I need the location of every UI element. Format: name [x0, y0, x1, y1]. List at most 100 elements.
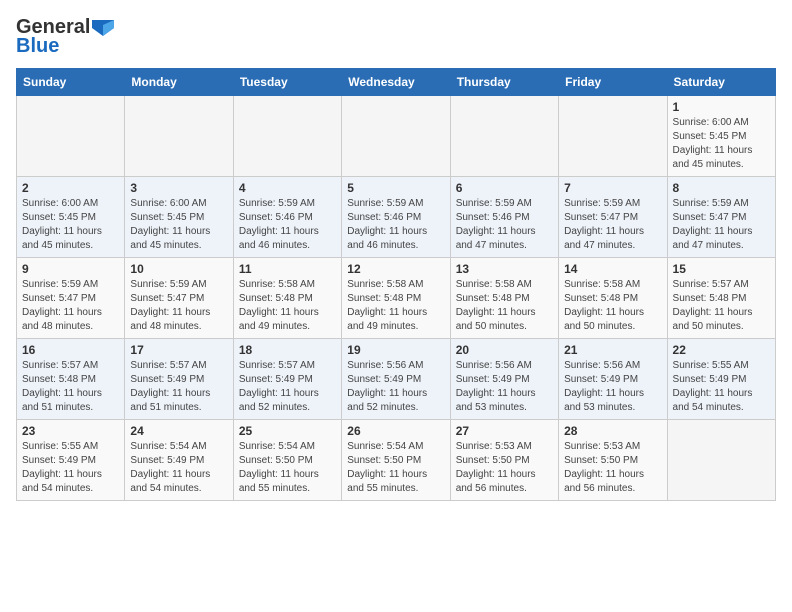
- day-number: 17: [130, 343, 227, 357]
- day-number: 19: [347, 343, 444, 357]
- calendar-cell: 10Sunrise: 5:59 AMSunset: 5:47 PMDayligh…: [125, 258, 233, 339]
- day-number: 21: [564, 343, 661, 357]
- day-info: Sunrise: 5:55 AMSunset: 5:49 PMDaylight:…: [673, 359, 770, 415]
- day-number: 11: [239, 262, 336, 276]
- day-number: 27: [456, 424, 553, 438]
- day-info: Sunrise: 6:00 AMSunset: 5:45 PMDaylight:…: [673, 116, 770, 172]
- calendar-cell: 26 Sunrise: 5:54 AMSunset: 5:50 PMDayligh…: [342, 420, 450, 501]
- day-number: 5: [347, 181, 444, 195]
- calendar-cell: 9 Sunrise: 5:59 AMSunset: 5:47 PMDaylight…: [17, 258, 125, 339]
- day-info: Sunrise: 6:00 AMSunset: 5:45 PMDaylight:…: [130, 197, 227, 253]
- logo: General Blue: [16, 16, 114, 58]
- calendar-cell: 15Sunrise: 5:57 AMSunset: 5:48 PMDayligh…: [667, 258, 775, 339]
- day-number: 13: [456, 262, 553, 276]
- calendar-cell: 21 Sunrise: 5:56 AMSunset: 5:49 PMDayligh…: [559, 339, 667, 420]
- day-number: 2: [22, 181, 119, 195]
- day-info: Sunrise: 5:58 AMSunset: 5:48 PMDaylight:…: [347, 278, 444, 334]
- day-info: Sunrise: 5:59 AMSunset: 5:46 PMDaylight:…: [456, 197, 553, 253]
- logo-block: General Blue: [16, 16, 114, 58]
- calendar-cell: [559, 96, 667, 177]
- day-info: Sunrise: 5:53 AMSunset: 5:50 PMDaylight:…: [564, 440, 661, 496]
- calendar-week-3: 9 Sunrise: 5:59 AMSunset: 5:47 PMDaylight…: [17, 258, 776, 339]
- calendar-cell: 4 Sunrise: 5:59 AMSunset: 5:46 PMDaylight…: [233, 177, 341, 258]
- day-number: 9: [22, 262, 119, 276]
- calendar-cell: 1 Sunrise: 6:00 AMSunset: 5:45 PMDaylight…: [667, 96, 775, 177]
- day-info: Sunrise: 5:59 AMSunset: 5:46 PMDaylight:…: [239, 197, 336, 253]
- day-number: 25: [239, 424, 336, 438]
- day-header-thursday: Thursday: [450, 69, 558, 96]
- day-number: 7: [564, 181, 661, 195]
- day-header-monday: Monday: [125, 69, 233, 96]
- day-info: Sunrise: 5:58 AMSunset: 5:48 PMDaylight:…: [564, 278, 661, 334]
- calendar-cell: 23Sunrise: 5:55 AMSunset: 5:49 PMDayligh…: [17, 420, 125, 501]
- day-info: Sunrise: 5:57 AMSunset: 5:48 PMDaylight:…: [22, 359, 119, 415]
- calendar-cell: 27 Sunrise: 5:53 AMSunset: 5:50 PMDayligh…: [450, 420, 558, 501]
- calendar-cell: 13 Sunrise: 5:58 AMSunset: 5:48 PMDayligh…: [450, 258, 558, 339]
- day-header-tuesday: Tuesday: [233, 69, 341, 96]
- calendar-cell: 18 Sunrise: 5:57 AMSunset: 5:49 PMDayligh…: [233, 339, 341, 420]
- day-number: 28: [564, 424, 661, 438]
- calendar-cell: 22 Sunrise: 5:55 AMSunset: 5:49 PMDayligh…: [667, 339, 775, 420]
- calendar-cell: 16 Sunrise: 5:57 AMSunset: 5:48 PMDayligh…: [17, 339, 125, 420]
- calendar-cell: 24 Sunrise: 5:54 AMSunset: 5:49 PMDayligh…: [125, 420, 233, 501]
- day-number: 26: [347, 424, 444, 438]
- day-number: 18: [239, 343, 336, 357]
- calendar-week-5: 23Sunrise: 5:55 AMSunset: 5:49 PMDayligh…: [17, 420, 776, 501]
- calendar-cell: 12 Sunrise: 5:58 AMSunset: 5:48 PMDayligh…: [342, 258, 450, 339]
- day-info: Sunrise: 5:54 AMSunset: 5:50 PMDaylight:…: [239, 440, 336, 496]
- day-number: 20: [456, 343, 553, 357]
- day-number: 15: [673, 262, 770, 276]
- calendar-cell: 19 Sunrise: 5:56 AMSunset: 5:49 PMDayligh…: [342, 339, 450, 420]
- calendar-cell: 25 Sunrise: 5:54 AMSunset: 5:50 PMDayligh…: [233, 420, 341, 501]
- calendar-cell: [233, 96, 341, 177]
- calendar-cell: 28 Sunrise: 5:53 AMSunset: 5:50 PMDayligh…: [559, 420, 667, 501]
- calendar-cell: [667, 420, 775, 501]
- calendar-cell: [342, 96, 450, 177]
- day-number: 4: [239, 181, 336, 195]
- day-info: Sunrise: 5:57 AMSunset: 5:49 PMDaylight:…: [239, 359, 336, 415]
- day-info: Sunrise: 5:54 AMSunset: 5:50 PMDaylight:…: [347, 440, 444, 496]
- day-info: Sunrise: 5:59 AMSunset: 5:47 PMDaylight:…: [130, 278, 227, 334]
- calendar-cell: 11 Sunrise: 5:58 AMSunset: 5:48 PMDayligh…: [233, 258, 341, 339]
- day-number: 22: [673, 343, 770, 357]
- day-number: 8: [673, 181, 770, 195]
- day-number: 12: [347, 262, 444, 276]
- calendar-header-row: SundayMondayTuesdayWednesdayThursdayFrid…: [17, 69, 776, 96]
- day-info: Sunrise: 5:57 AMSunset: 5:49 PMDaylight:…: [130, 359, 227, 415]
- day-info: Sunrise: 5:55 AMSunset: 5:49 PMDaylight:…: [22, 440, 119, 496]
- calendar-cell: 8 Sunrise: 5:59 AMSunset: 5:47 PMDaylight…: [667, 177, 775, 258]
- day-number: 6: [456, 181, 553, 195]
- day-info: Sunrise: 5:59 AMSunset: 5:47 PMDaylight:…: [673, 197, 770, 253]
- day-info: Sunrise: 5:56 AMSunset: 5:49 PMDaylight:…: [347, 359, 444, 415]
- calendar-cell: 7Sunrise: 5:59 AMSunset: 5:47 PMDaylight…: [559, 177, 667, 258]
- calendar-cell: 2 Sunrise: 6:00 AMSunset: 5:45 PMDaylight…: [17, 177, 125, 258]
- day-header-saturday: Saturday: [667, 69, 775, 96]
- day-info: Sunrise: 5:58 AMSunset: 5:48 PMDaylight:…: [239, 278, 336, 334]
- day-info: Sunrise: 5:54 AMSunset: 5:49 PMDaylight:…: [130, 440, 227, 496]
- day-number: 3: [130, 181, 227, 195]
- calendar-week-1: 1 Sunrise: 6:00 AMSunset: 5:45 PMDaylight…: [17, 96, 776, 177]
- day-info: Sunrise: 5:56 AMSunset: 5:49 PMDaylight:…: [456, 359, 553, 415]
- day-info: Sunrise: 5:59 AMSunset: 5:47 PMDaylight:…: [22, 278, 119, 334]
- page-header: General Blue: [16, 16, 776, 58]
- day-info: Sunrise: 5:59 AMSunset: 5:46 PMDaylight:…: [347, 197, 444, 253]
- day-number: 1: [673, 100, 770, 114]
- calendar-table: SundayMondayTuesdayWednesdayThursdayFrid…: [16, 68, 776, 501]
- calendar-cell: 6 Sunrise: 5:59 AMSunset: 5:46 PMDaylight…: [450, 177, 558, 258]
- calendar-cell: 17 Sunrise: 5:57 AMSunset: 5:49 PMDayligh…: [125, 339, 233, 420]
- day-info: Sunrise: 5:58 AMSunset: 5:48 PMDaylight:…: [456, 278, 553, 334]
- calendar-cell: [17, 96, 125, 177]
- calendar-cell: 14 Sunrise: 5:58 AMSunset: 5:48 PMDayligh…: [559, 258, 667, 339]
- day-number: 24: [130, 424, 227, 438]
- day-number: 16: [22, 343, 119, 357]
- day-header-sunday: Sunday: [17, 69, 125, 96]
- day-header-wednesday: Wednesday: [342, 69, 450, 96]
- calendar-cell: 20 Sunrise: 5:56 AMSunset: 5:49 PMDayligh…: [450, 339, 558, 420]
- day-info: Sunrise: 5:53 AMSunset: 5:50 PMDaylight:…: [456, 440, 553, 496]
- day-info: Sunrise: 6:00 AMSunset: 5:45 PMDaylight:…: [22, 197, 119, 253]
- day-number: 14: [564, 262, 661, 276]
- day-header-friday: Friday: [559, 69, 667, 96]
- calendar-cell: [450, 96, 558, 177]
- day-info: Sunrise: 5:56 AMSunset: 5:49 PMDaylight:…: [564, 359, 661, 415]
- calendar-week-2: 2 Sunrise: 6:00 AMSunset: 5:45 PMDaylight…: [17, 177, 776, 258]
